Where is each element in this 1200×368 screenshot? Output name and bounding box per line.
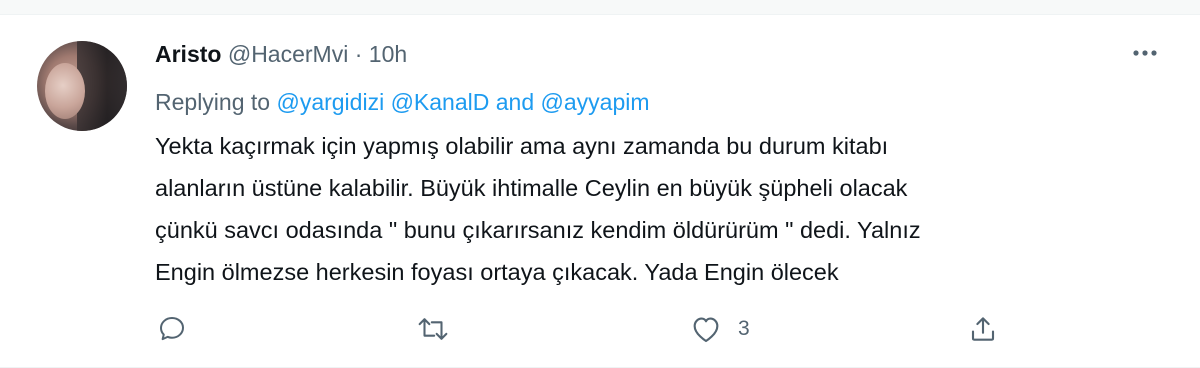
reply-button[interactable]	[157, 312, 187, 346]
header-separator: ·	[354, 41, 363, 67]
avatar[interactable]	[37, 41, 127, 131]
reply-and-text[interactable]: and	[496, 89, 534, 115]
author-name[interactable]: Aristo	[155, 41, 221, 67]
reply-mention-ayyapim[interactable]: @ayyapim	[541, 89, 650, 115]
retweet-icon	[418, 318, 448, 340]
heart-icon	[693, 317, 719, 343]
retweet-button[interactable]	[416, 312, 450, 346]
like-button[interactable]: 3	[690, 312, 750, 346]
tweet-text-line: Yekta kaçırmak için yapmış olabilir ama …	[155, 133, 889, 159]
author-handle[interactable]: @HacerMvi	[228, 41, 348, 67]
more-options-button[interactable]	[1128, 38, 1162, 68]
tweet-text: Yekta kaçırmak için yapmış olabilir ama …	[155, 125, 1095, 293]
reply-bubble-icon	[160, 317, 184, 341]
like-count: 3	[738, 317, 750, 340]
share-button[interactable]	[968, 312, 998, 346]
tweet-actions: 3	[0, 312, 1200, 346]
tweet-header: Aristo @HacerMvi · 10h	[155, 38, 407, 70]
replying-to: Replying to @yargidizi @KanalD and @ayya…	[155, 86, 650, 118]
more-horizontal-icon	[1133, 50, 1157, 56]
tweet-time[interactable]: 10h	[369, 41, 407, 67]
replying-prefix: Replying to	[155, 89, 271, 115]
tweet-text-line: Engin ölmezse herkesin foyası ortaya çık…	[155, 259, 839, 285]
reply-mention-yargidizi[interactable]: @yargidizi	[276, 89, 384, 115]
share-upload-icon	[971, 317, 995, 341]
reply-mention-kanald[interactable]: @KanalD	[391, 89, 490, 115]
avatar-face	[45, 63, 85, 119]
tweet-text-line: alanların üstüne kalabilir. Büyük ihtima…	[155, 175, 908, 201]
top-divider	[0, 0, 1200, 15]
tweet-text-line: çünkü savcı odasında " bunu çıkarırsanız…	[155, 217, 921, 243]
